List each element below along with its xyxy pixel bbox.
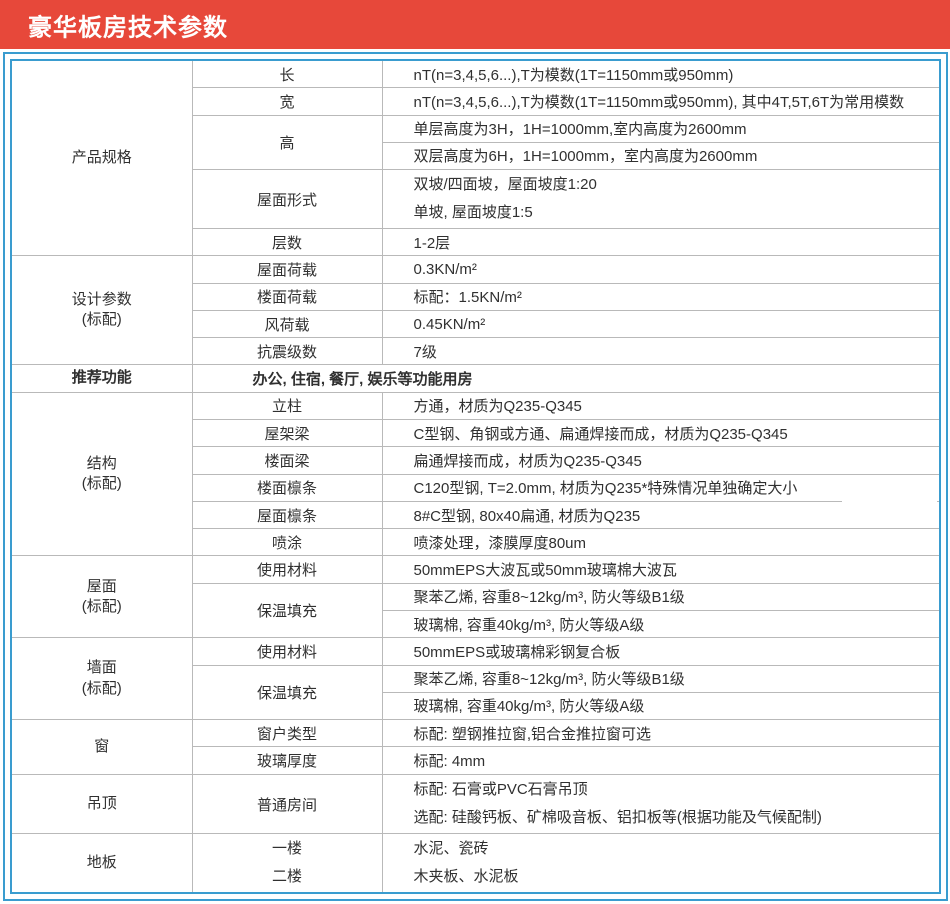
value-height-single: 单层高度为3H，1H=1000mm,室内高度为2600mm [382, 115, 939, 142]
label-roof-purlin: 屋面檩条 [192, 501, 382, 528]
category-recommended-use: 推荐功能 [12, 365, 192, 392]
label-glass-thickness: 玻璃厚度 [192, 747, 382, 775]
label-roof-material: 使用材料 [192, 556, 382, 583]
value-ceiling-line2: 选配: 硅酸钙板、矿棉吸音板、铝扣板等(根据功能及气候配制) [414, 804, 939, 832]
header-bar: 豪华板房技术参数 [0, 0, 950, 49]
value-roof-form: 双坡/四面坡，屋面坡度1:20 单坡, 屋面坡度1:5 [382, 170, 939, 229]
category-wall-line2: (标配) [13, 679, 191, 699]
value-recommended-use: 办公, 住宿, 餐厅, 娱乐等功能用房 [192, 365, 939, 392]
value-window-type: 标配: 塑钢推拉窗,铝合金推拉窗可选 [382, 720, 939, 747]
value-roof-form-line1: 双坡/四面坡，屋面坡度1:20 [414, 171, 939, 199]
value-floor-beam: 扁通焊接而成，材质为Q235-Q345 [382, 447, 939, 474]
value-roof-insulation-2: 玻璃棉, 容重40kg/m³, 防火等级A级 [382, 611, 939, 638]
value-roof-load: 0.3KN/m² [382, 256, 939, 283]
value-roof-material: 50mmEPS大波瓦或50mm玻璃棉大波瓦 [382, 556, 939, 583]
category-floor: 地板 [12, 834, 192, 893]
category-roof: 屋面 (标配) [12, 556, 192, 638]
value-length: nT(n=3,4,5,6...),T为模数(1T=1150mm或950mm) [382, 61, 939, 88]
label-window-type: 窗户类型 [192, 720, 382, 747]
table-row: 结构 (标配) 立柱 方通，材质为Q235-Q345 [12, 392, 939, 419]
value-floors: 1-2层 [382, 229, 939, 256]
label-roof-insulation: 保温填充 [192, 583, 382, 638]
value-width: nT(n=3,4,5,6...),T为模数(1T=1150mm或950mm), … [382, 88, 939, 115]
value-floor-purlin: C120型钢, T=2.0mm, 材质为Q235*特殊情况单独确定大小 [382, 474, 939, 501]
category-structure: 结构 (标配) [12, 392, 192, 556]
value-column: 方通，材质为Q235-Q345 [382, 392, 939, 419]
value-glass-thickness: 标配: 4mm [382, 747, 939, 775]
grid-line-gap-artifact [842, 501, 937, 506]
value-height-double: 双层高度为6H，1H=1000mm，室内高度为2600mm [382, 142, 939, 169]
category-design-params: 设计参数 (标配) [12, 256, 192, 365]
category-design-line1: 设计参数 [13, 290, 191, 310]
value-wall-material: 50mmEPS或玻璃棉彩钢复合板 [382, 638, 939, 665]
category-window: 窗 [12, 720, 192, 775]
category-roof-line2: (标配) [13, 597, 191, 617]
category-wall: 墙面 (标配) [12, 638, 192, 720]
label-width: 宽 [192, 88, 382, 115]
value-floor-levels: 水泥、瓷砖 木夹板、水泥板 [382, 834, 939, 893]
category-product-spec: 产品规格 [12, 61, 192, 256]
value-wind-load: 0.45KN/m² [382, 310, 939, 337]
label-floor-first: 一楼 [194, 835, 381, 863]
label-roof-beam: 屋架梁 [192, 420, 382, 447]
value-floor-load: 标配：1.5KN/m² [382, 283, 939, 310]
table-frame-inner: 产品规格 长 nT(n=3,4,5,6...),T为模数(1T=1150mm或9… [10, 59, 941, 894]
table-row: 推荐功能 办公, 住宿, 餐厅, 娱乐等功能用房 [12, 365, 939, 392]
table-row: 窗 窗户类型 标配: 塑钢推拉窗,铝合金推拉窗可选 [12, 720, 939, 747]
label-floor-beam: 楼面梁 [192, 447, 382, 474]
label-roof-form: 屋面形式 [192, 170, 382, 229]
value-wall-insulation-1: 聚苯乙烯, 容重8~12kg/m³, 防火等级B1级 [382, 665, 939, 692]
label-seismic: 抗震级数 [192, 338, 382, 365]
label-ceiling-room: 普通房间 [192, 775, 382, 834]
label-wall-insulation: 保温填充 [192, 665, 382, 720]
category-ceiling: 吊顶 [12, 775, 192, 834]
table-row: 地板 一楼 二楼 水泥、瓷砖 木夹板、水泥板 [12, 834, 939, 893]
page-title: 豪华板房技术参数 [28, 7, 228, 42]
label-floor-levels: 一楼 二楼 [192, 834, 382, 893]
table-row: 屋面 (标配) 使用材料 50mmEPS大波瓦或50mm玻璃棉大波瓦 [12, 556, 939, 583]
category-structure-line2: (标配) [13, 474, 191, 494]
label-roof-load: 屋面荷载 [192, 256, 382, 283]
label-coating: 喷涂 [192, 529, 382, 556]
value-ceiling: 标配: 石膏或PVC石膏吊顶 选配: 硅酸钙板、矿棉吸音板、铝扣板等(根据功能及… [382, 775, 939, 834]
label-wall-material: 使用材料 [192, 638, 382, 665]
category-roof-line1: 屋面 [13, 577, 191, 597]
table-row: 产品规格 长 nT(n=3,4,5,6...),T为模数(1T=1150mm或9… [12, 61, 939, 88]
value-seismic: 7级 [382, 338, 939, 365]
value-roof-insulation-1: 聚苯乙烯, 容重8~12kg/m³, 防火等级B1级 [382, 583, 939, 610]
table-row: 设计参数 (标配) 屋面荷载 0.3KN/m² [12, 256, 939, 283]
spec-table: 产品规格 长 nT(n=3,4,5,6...),T为模数(1T=1150mm或9… [12, 61, 939, 892]
label-floor-purlin: 楼面檩条 [192, 474, 382, 501]
value-wall-insulation-2: 玻璃棉, 容重40kg/m³, 防火等级A级 [382, 692, 939, 719]
label-height: 高 [192, 115, 382, 170]
category-wall-line1: 墙面 [13, 658, 191, 678]
label-wind-load: 风荷载 [192, 310, 382, 337]
value-floor-first: 水泥、瓷砖 [414, 835, 939, 863]
value-roof-beam: C型钢、角钢或方通、扁通焊接而成，材质为Q235-Q345 [382, 420, 939, 447]
table-frame: 产品规格 长 nT(n=3,4,5,6...),T为模数(1T=1150mm或9… [3, 52, 948, 901]
category-design-line2: (标配) [13, 310, 191, 330]
category-structure-line1: 结构 [13, 454, 191, 474]
label-floor-second: 二楼 [194, 863, 381, 891]
value-coating: 喷漆处理，漆膜厚度80um [382, 529, 939, 556]
value-ceiling-line1: 标配: 石膏或PVC石膏吊顶 [414, 776, 939, 804]
label-floor-load: 楼面荷载 [192, 283, 382, 310]
value-roof-form-line2: 单坡, 屋面坡度1:5 [414, 199, 939, 227]
label-column: 立柱 [192, 392, 382, 419]
value-floor-second: 木夹板、水泥板 [414, 863, 939, 891]
label-length: 长 [192, 61, 382, 88]
table-row: 墙面 (标配) 使用材料 50mmEPS或玻璃棉彩钢复合板 [12, 638, 939, 665]
label-floors: 层数 [192, 229, 382, 256]
table-row: 吊顶 普通房间 标配: 石膏或PVC石膏吊顶 选配: 硅酸钙板、矿棉吸音板、铝扣… [12, 775, 939, 834]
